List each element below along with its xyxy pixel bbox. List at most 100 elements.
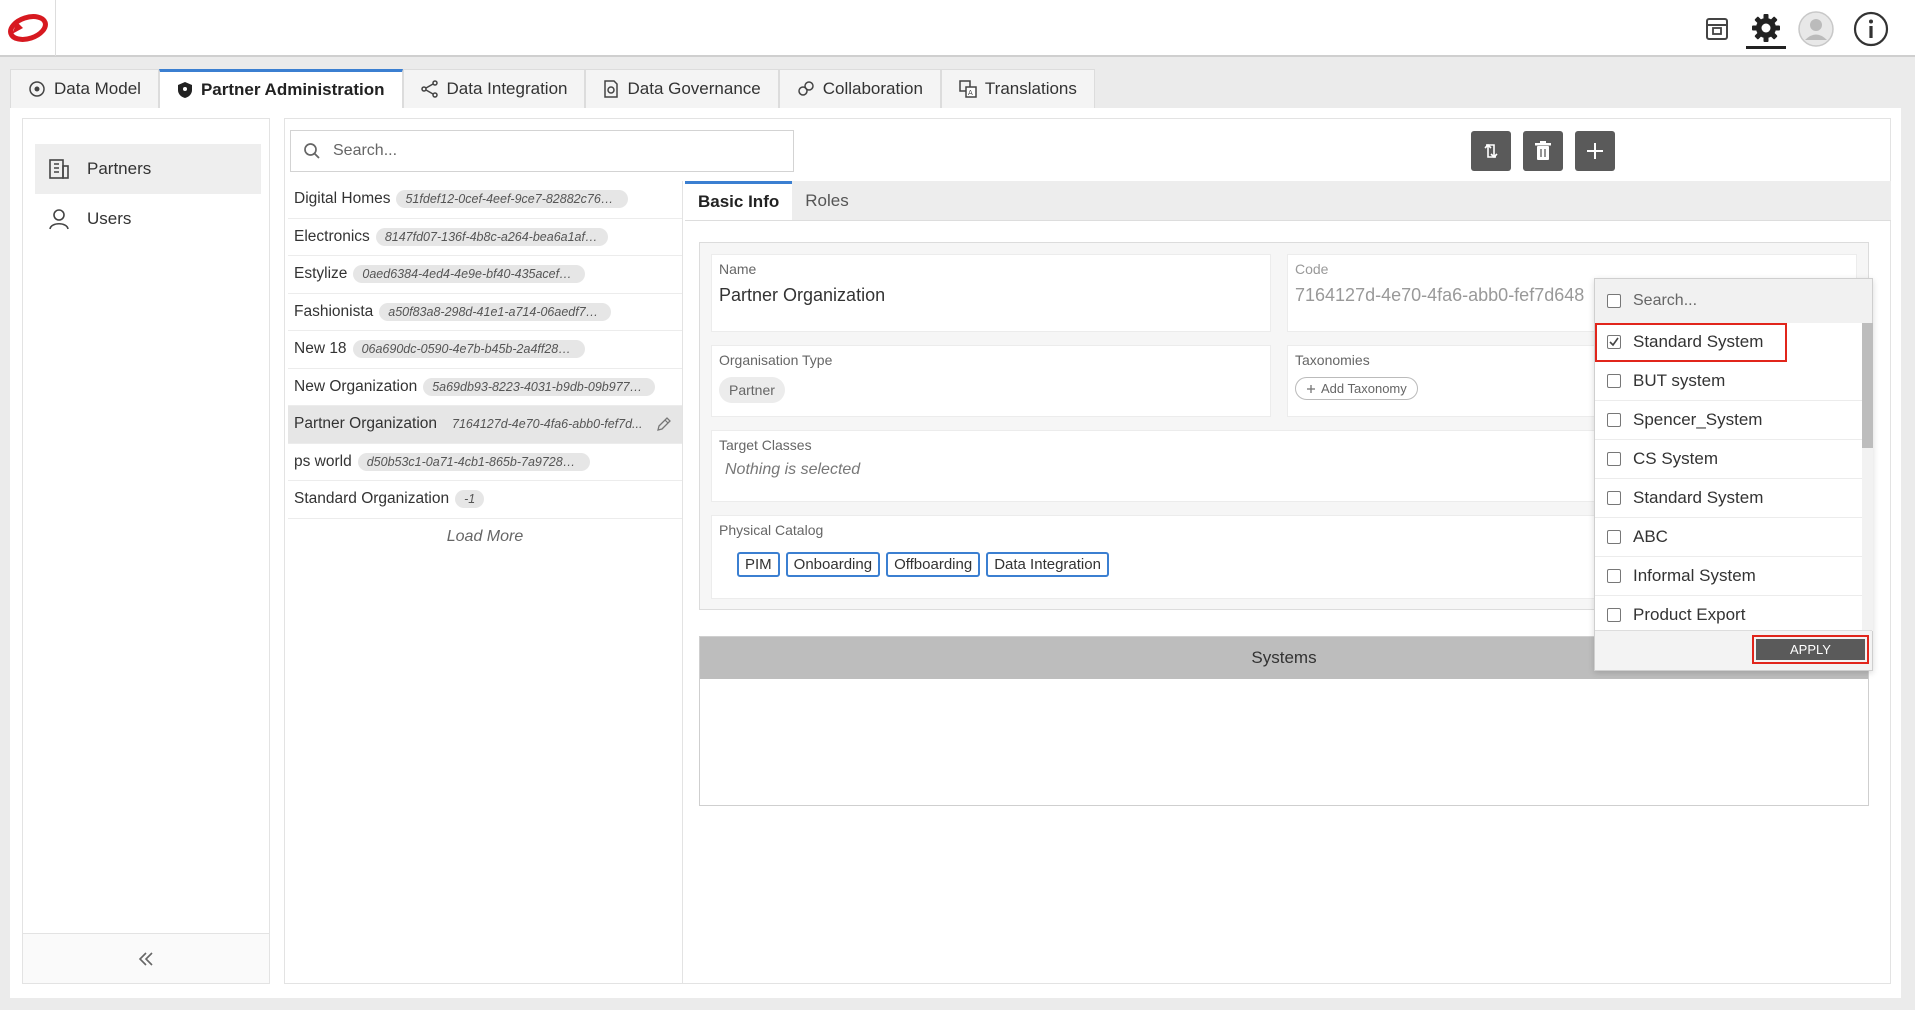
dropdown-option[interactable]: Informal System: [1595, 557, 1862, 596]
logo-icon: [8, 14, 48, 42]
checkbox-checked[interactable]: [1607, 335, 1621, 349]
partner-row[interactable]: Digital Homes 51fdef12-0cef-4eef-9ce7-82…: [288, 181, 682, 219]
select-all-checkbox[interactable]: [1607, 294, 1621, 308]
checkbox[interactable]: [1607, 452, 1621, 466]
dropdown-option[interactable]: ABC: [1595, 518, 1862, 557]
settings-button[interactable]: [1746, 9, 1786, 49]
name-label: Name: [719, 261, 757, 277]
dropdown-scrollbar[interactable]: [1862, 323, 1873, 631]
partner-row[interactable]: Standard Organization -1: [288, 481, 682, 519]
sidebar-collapse-button[interactable]: [23, 933, 269, 983]
systems-dropdown: Search... Standard System BUT system Spe…: [1594, 278, 1873, 671]
dropdown-option[interactable]: Standard System: [1595, 479, 1862, 518]
apply-label: APPLY: [1756, 639, 1865, 660]
partner-row-selected[interactable]: Partner Organization 7164127d-4e70-4fa6-…: [288, 406, 682, 444]
search-placeholder: Search...: [333, 142, 398, 159]
partner-name: Electronics: [294, 227, 370, 245]
archive-button[interactable]: [1697, 9, 1737, 49]
refresh-button[interactable]: [1471, 131, 1511, 171]
plus-icon: [1587, 143, 1603, 159]
user-menu-button[interactable]: [1796, 9, 1836, 49]
catalog-tag[interactable]: PIM: [737, 552, 780, 577]
partner-row[interactable]: ps world d50b53c1-0a71-4cb1-865b-7a97286…: [288, 444, 682, 481]
tab-roles[interactable]: Roles: [792, 181, 861, 220]
scrollbar-thumb[interactable]: [1862, 323, 1873, 448]
partner-id: 51fdef12-0cef-4eef-9ce7-82882c761cb3: [396, 190, 629, 209]
sidebar: Partners Users: [22, 118, 270, 984]
option-label: ABC: [1633, 527, 1668, 546]
partner-id: 5a69db93-8223-4031-b9db-09b977ef...: [423, 377, 656, 396]
pencil-icon[interactable]: [656, 416, 672, 432]
code-label: Code: [1295, 261, 1329, 277]
dropdown-option[interactable]: BUT system: [1595, 362, 1862, 401]
dropdown-search-input[interactable]: Search...: [1595, 279, 1872, 323]
partner-row[interactable]: Fashionista a50f83a8-298d-41e1-a714-06ae…: [288, 294, 682, 331]
trash-icon: [1535, 141, 1551, 160]
catalog-tag[interactable]: Offboarding: [886, 552, 981, 577]
gear-icon: [1752, 13, 1780, 42]
checkbox[interactable]: [1607, 491, 1621, 505]
load-more-button[interactable]: Load More: [288, 519, 682, 555]
tab-label: Translations: [984, 79, 1077, 98]
checkbox[interactable]: [1607, 413, 1621, 427]
sidebar-item-label: Users: [87, 209, 132, 228]
add-button[interactable]: [1575, 131, 1615, 171]
dropdown-option[interactable]: Spencer_System: [1595, 401, 1862, 440]
partner-name: ps world: [294, 452, 352, 470]
checkbox[interactable]: [1607, 374, 1621, 388]
tab-collaboration[interactable]: Collaboration: [778, 69, 941, 108]
dropdown-list: Standard System BUT system Spencer_Syste…: [1595, 323, 1862, 631]
option-label: Standard System: [1633, 488, 1764, 507]
building-icon: [49, 159, 69, 179]
delete-button[interactable]: [1523, 131, 1563, 171]
option-label: CS System: [1633, 449, 1719, 468]
partner-id: a50f83a8-298d-41e1-a714-06aedf7c69fb: [379, 302, 612, 321]
checkbox[interactable]: [1607, 608, 1621, 622]
logo[interactable]: [0, 0, 56, 56]
option-label: Informal System: [1633, 566, 1756, 585]
sidebar-item-users[interactable]: Users: [35, 194, 261, 244]
collaboration-icon: [797, 81, 814, 96]
user-icon: [49, 209, 69, 230]
checkbox[interactable]: [1607, 569, 1621, 583]
share-icon: [420, 80, 438, 98]
catalog-tag[interactable]: Data Integration: [986, 552, 1109, 577]
tab-data-model[interactable]: Data Model: [10, 69, 159, 108]
add-taxonomy-button[interactable]: Add Taxonomy: [1295, 377, 1418, 400]
plus-icon: [1307, 384, 1315, 393]
tab-data-integration[interactable]: Data Integration: [402, 69, 586, 108]
apply-button[interactable]: APPLY: [1752, 635, 1869, 664]
tab-basic-info[interactable]: Basic Info: [685, 181, 793, 220]
checkbox[interactable]: [1607, 530, 1621, 544]
partner-row[interactable]: New 18 06a690dc-0590-4e7b-b45b-2a4ff281f…: [288, 331, 682, 369]
tab-translations[interactable]: A Translations: [940, 69, 1095, 108]
partner-name: Standard Organization: [294, 490, 450, 508]
sidebar-item-partners[interactable]: Partners: [35, 144, 261, 194]
info-button[interactable]: [1851, 9, 1891, 49]
search-input[interactable]: Search...: [290, 130, 794, 172]
dropdown-option[interactable]: Product Export: [1595, 596, 1862, 631]
partner-row[interactable]: Electronics 8147fd07-136f-4b8c-a264-bea6…: [288, 219, 682, 256]
search-icon: [304, 143, 320, 159]
organisation-type-field[interactable]: Organisation Type Partner: [711, 345, 1271, 417]
refresh-icon: [1484, 143, 1498, 159]
name-field[interactable]: Name Partner Organization: [711, 254, 1271, 332]
tab-label: Data Integration: [446, 79, 568, 98]
organisation-type-chip: Partner: [719, 377, 785, 403]
tab-data-governance[interactable]: Data Governance: [585, 69, 779, 108]
tab-partner-administration[interactable]: Partner Administration: [158, 69, 403, 108]
checkmark-icon: [1609, 337, 1619, 347]
top-bar: [0, 0, 1915, 57]
tab-label: Data Model: [54, 79, 141, 98]
data-model-icon: [29, 81, 45, 97]
partner-row[interactable]: New Organization 5a69db93-8223-4031-b9db…: [288, 369, 682, 406]
partner-row[interactable]: Estylize 0aed6384-4ed4-4e9e-bf40-435acef…: [288, 256, 682, 294]
partner-name: Estylize: [294, 265, 348, 283]
partner-name: New Organization: [294, 377, 418, 395]
partner-name: New 18: [294, 340, 347, 358]
info-icon: [1853, 11, 1889, 47]
catalog-tag[interactable]: Onboarding: [785, 552, 881, 577]
dropdown-option[interactable]: Standard System: [1595, 323, 1787, 362]
partner-id: -1: [455, 490, 485, 509]
dropdown-option[interactable]: CS System: [1595, 440, 1862, 479]
